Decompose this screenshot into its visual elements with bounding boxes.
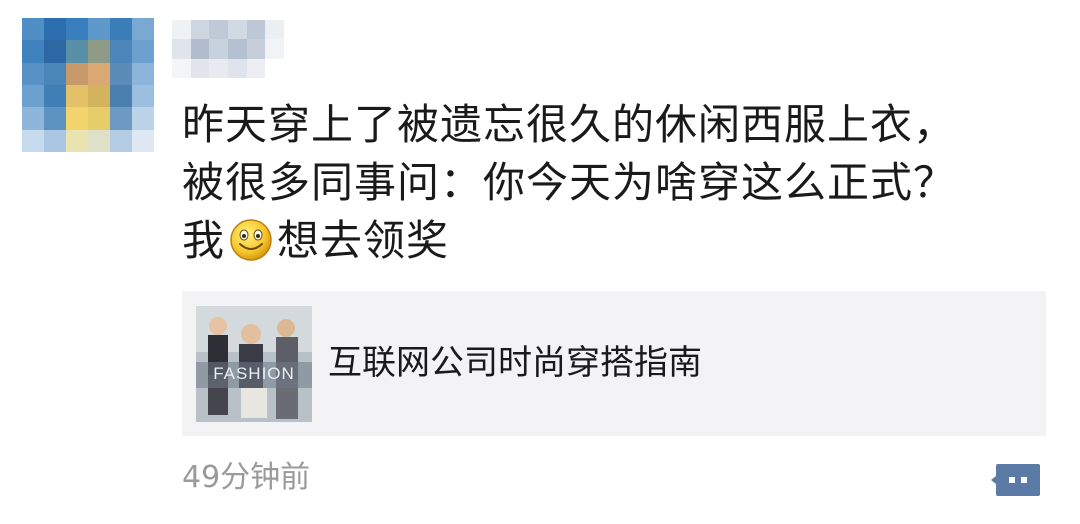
post-text-segment: 想去领奖 [277,216,450,265]
comment-icon[interactable] [990,460,1042,500]
username-pixelated[interactable] [172,20,284,78]
thumbnail-caption: FASHION [213,364,295,383]
post-timestamp: 49分钟前 [182,460,311,495]
post-text-segment: 我 [182,216,226,265]
post-text-line: 我 想去领奖 [182,212,1062,270]
avatar[interactable] [22,18,154,152]
smiley-face-icon [230,219,272,261]
shared-article-card[interactable]: FASHION 互联网公司时尚穿搭指南 [182,291,1046,436]
article-title[interactable]: 互联网公司时尚穿搭指南 [328,291,702,436]
post-text-line: 昨天穿上了被遗忘很久的休闲西服上衣， [182,100,957,149]
article-thumbnail: FASHION [196,306,312,422]
post-text: 昨天穿上了被遗忘很久的休闲西服上衣， 被很多同事问：你今天为啥穿这么正式？ 我 … [182,96,1062,270]
post-text-line: 被很多同事问：你今天为啥穿这么正式？ [182,158,957,207]
